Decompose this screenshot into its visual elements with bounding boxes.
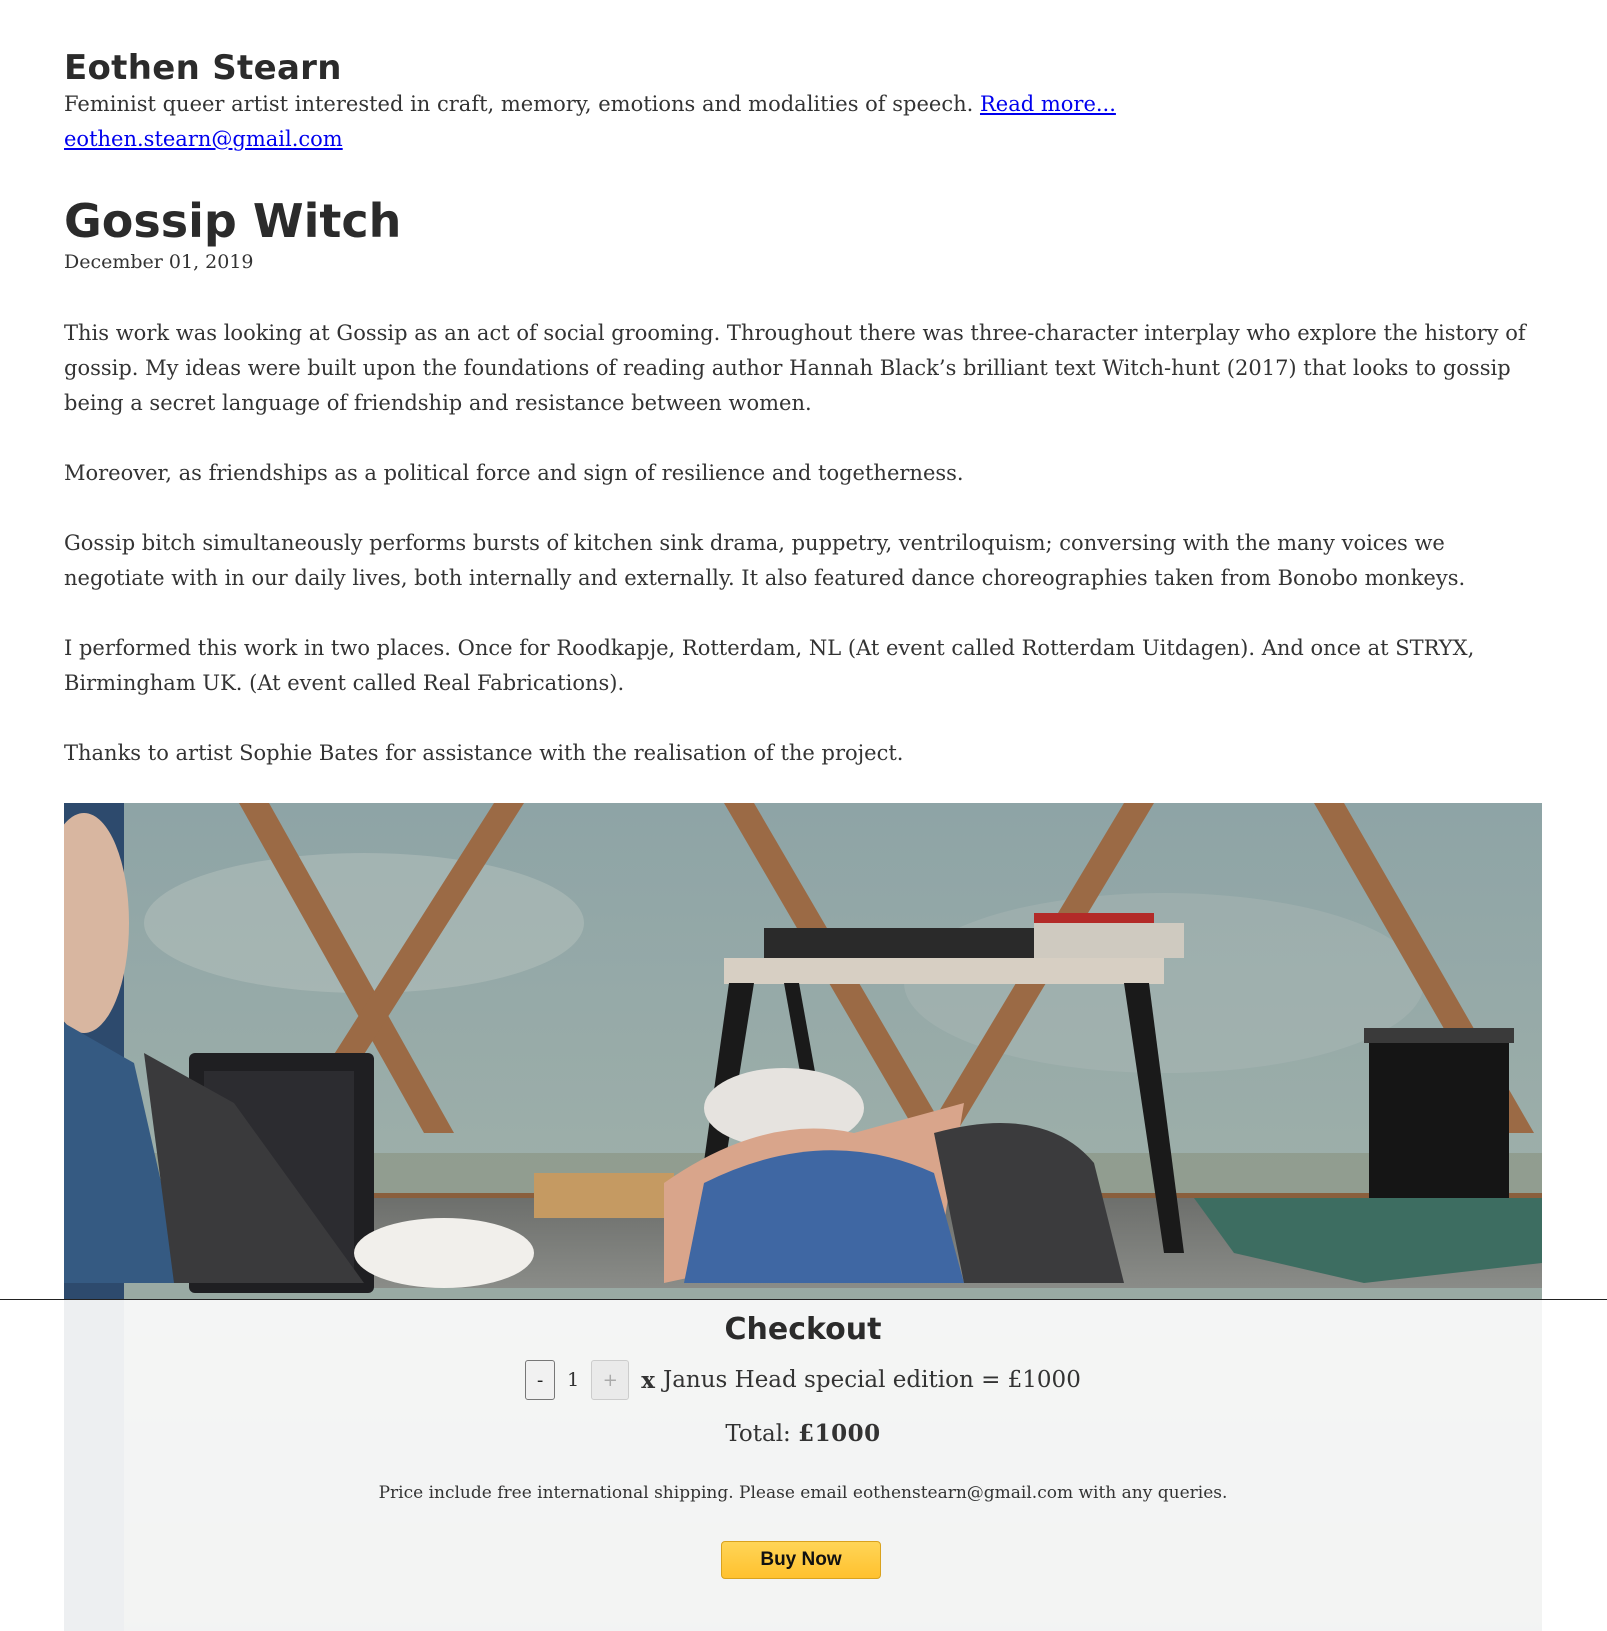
cart-line-item: - 1 + x Janus Head special edition = £10… [64, 1360, 1542, 1400]
post-paragraph: This work was looking at Gossip as an ac… [64, 321, 1526, 415]
line-item-text: Janus Head special edition = £1000 [662, 1367, 1081, 1393]
site-bio: Feminist queer artist interested in craf… [64, 92, 1116, 116]
decrease-quantity-button[interactable]: - [525, 1360, 556, 1400]
total-value: £1000 [798, 1420, 881, 1447]
post-paragraph: I performed this work in two places. Onc… [64, 636, 1475, 695]
post-date: December 01, 2019 [64, 251, 254, 273]
email-link[interactable]: eothen.stearn@gmail.com [64, 127, 343, 151]
checkout-panel: Checkout - 1 + x Janus Head special edit… [64, 1300, 1542, 1631]
read-more-link[interactable]: Read more... [980, 92, 1116, 116]
shipping-note: Price include free international shippin… [378, 1483, 1228, 1503]
post-paragraph: Thanks to artist Sophie Bates for assist… [64, 741, 904, 765]
post-paragraph: Gossip bitch simultaneously performs bur… [64, 531, 1466, 590]
site-bio-text: Feminist queer artist interested in craf… [64, 92, 974, 116]
buy-now-button[interactable]: Buy Now [721, 1541, 881, 1579]
post-body: This work was looking at Gossip as an ac… [64, 316, 1544, 806]
multiply-symbol: x [641, 1366, 655, 1394]
quantity-value: 1 [567, 1369, 580, 1391]
post-title: Gossip Witch [64, 194, 402, 248]
site-name[interactable]: Eothen Stearn [64, 48, 342, 88]
total-label: Total: [725, 1421, 791, 1447]
total-row: Total: £1000 [64, 1420, 1542, 1447]
checkout-title: Checkout [724, 1312, 882, 1347]
increase-quantity-button[interactable]: + [591, 1360, 630, 1400]
post-paragraph: Moreover, as friendships as a political … [64, 461, 964, 485]
